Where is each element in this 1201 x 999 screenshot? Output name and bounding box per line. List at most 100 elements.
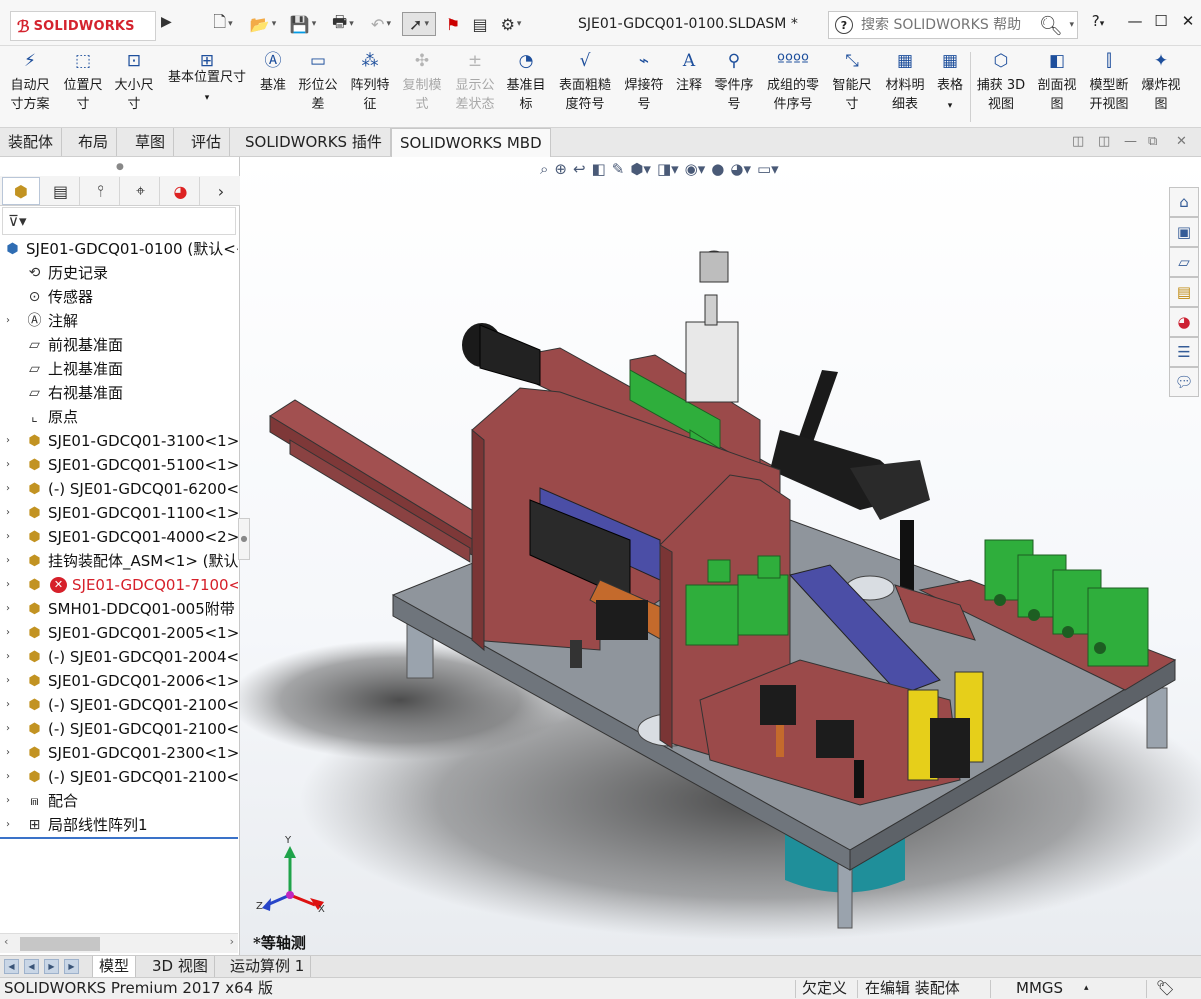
tab-layout[interactable]: 布局 <box>70 128 118 156</box>
graphics-viewport[interactable]: Y X Z <box>240 157 1201 955</box>
tab-model[interactable]: 模型 <box>92 956 137 978</box>
ribbon-button-pattern-feature[interactable]: ⁂ 阵列特征 <box>346 52 394 114</box>
expand-arrow-icon[interactable]: › <box>6 501 10 525</box>
tree-item-component[interactable]: › ⬢ (-) SJE01-GDCQ01-2004<1 <box>0 645 238 669</box>
file-explorer-icon[interactable]: ▱ <box>1169 247 1199 277</box>
propertymanager-tab[interactable]: ▤ <box>42 177 80 205</box>
tree-item-annotations[interactable]: › Ⓐ 注解 <box>0 309 238 333</box>
solidworks-forum-icon[interactable]: 💬︎ <box>1169 367 1199 397</box>
tree-item-linear-pattern[interactable]: › ⊞ 局部线性阵列1 <box>0 813 238 837</box>
ribbon-button-weld-symbol[interactable]: ⌁ 焊接符号 <box>620 52 668 114</box>
last-tab-icon[interactable]: ▶ <box>64 959 79 974</box>
help-search-box[interactable]: ? 🔍︎ ▾ <box>828 11 1078 39</box>
tree-item-component[interactable]: › ⬢ SJE01-GDCQ01-1100<1> ( <box>0 501 238 525</box>
undo-button[interactable]: ↶ ▾ <box>364 12 398 36</box>
tree-item-component[interactable]: › ⬢ SJE01-GDCQ01-3100<1> ( <box>0 429 238 453</box>
dynamic-annotation-icon[interactable]: ✎ <box>612 160 625 184</box>
previous-view-icon[interactable]: ↩ <box>573 160 586 184</box>
tab-sketch[interactable]: 草图 <box>127 128 175 156</box>
ribbon-button-datum[interactable]: Ⓐ 基准 <box>256 52 290 95</box>
expand-arrow-icon[interactable]: › <box>6 549 10 573</box>
ribbon-button-size-dimension[interactable]: ⊡ 大小尺寸 <box>110 52 158 114</box>
expand-arrow-icon[interactable]: › <box>6 597 10 621</box>
expand-arrow-icon[interactable]: › <box>6 477 10 501</box>
appearances-icon[interactable]: ◕ <box>1169 307 1199 337</box>
tab-solidworks-addins[interactable]: SOLIDWORKS 插件 <box>237 128 391 156</box>
rebuild-button[interactable]: ⚑ <box>442 12 464 36</box>
tree-item-history[interactable]: ⟲ 历史记录 <box>0 261 238 285</box>
file-properties-button[interactable]: ▤ <box>468 12 492 36</box>
select-button[interactable]: ➚ ▾ <box>402 12 436 36</box>
expand-arrow-icon[interactable]: › <box>6 621 10 645</box>
viewport-tile-icon[interactable]: ◫ <box>1098 134 1110 149</box>
custom-properties-icon[interactable]: ☰ <box>1169 337 1199 367</box>
tree-item-right-plane[interactable]: ▱ 右视基准面 <box>0 381 238 405</box>
tree-item-component[interactable]: › ⬢ (-) SJE01-GDCQ01-2100<1 <box>0 693 238 717</box>
expand-arrow-icon[interactable]: › <box>6 717 10 741</box>
hide-show-items-icon[interactable]: ◉▾ <box>685 160 706 184</box>
expand-arrow-icon[interactable]: › <box>6 453 10 477</box>
units-selector[interactable]: MMGS <box>1016 978 1063 999</box>
tab-motion-study[interactable]: 运动算例 1 <box>224 956 312 978</box>
ribbon-button-copy-scheme[interactable]: ✣ 复制模式 <box>398 52 446 114</box>
tags-icon[interactable]: 🏷︎ <box>1156 978 1175 999</box>
featuremanager-tab[interactable]: ⬢ <box>2 177 40 205</box>
tree-item-component[interactable]: › ⬢ (-) SJE01-GDCQ01-6200<1 <box>0 477 238 501</box>
tab-assembly[interactable]: 装配体 <box>0 128 63 156</box>
expand-arrow-icon[interactable]: › <box>6 309 10 333</box>
scroll-right-icon[interactable]: › <box>230 935 234 948</box>
print-button[interactable]: 🖶 ▾ <box>326 12 360 36</box>
ribbon-button-model-break-view[interactable]: ⫿ 模型断 开视图 <box>1084 52 1134 114</box>
tab-solidworks-mbd[interactable]: SOLIDWORKS MBD <box>391 128 551 157</box>
expand-arrow-icon[interactable]: › <box>6 693 10 717</box>
tree-item-component[interactable]: › ⬢ (-) SJE01-GDCQ01-2100<2 <box>0 717 238 741</box>
zoom-to-area-icon[interactable]: ⊕ <box>554 160 567 184</box>
tree-item-component[interactable]: › ⬢ SJE01-GDCQ01-2005<1> ( <box>0 621 238 645</box>
expand-arrow-icon[interactable]: › <box>6 645 10 669</box>
scroll-thumb[interactable] <box>20 937 100 951</box>
open-document-button[interactable]: 📂 ▾ <box>246 12 280 36</box>
apply-scene-icon[interactable]: ◕▾ <box>730 160 751 184</box>
ribbon-button-exploded-view[interactable]: ✦ 爆炸视图 <box>1136 52 1186 114</box>
tree-item-component[interactable]: › ⬢ SJE01-GDCQ01-4000<2> ( <box>0 525 238 549</box>
view-orientation-icon[interactable]: ⬢▾ <box>630 160 651 184</box>
expand-arrow-icon[interactable]: › <box>6 789 10 813</box>
tree-item-top-plane[interactable]: ▱ 上视基准面 <box>0 357 238 381</box>
expand-arrow-icon[interactable]: › <box>6 429 10 453</box>
horizontal-scrollbar[interactable]: ‹ › <box>0 933 238 953</box>
ribbon-button-table[interactable]: ▦ 表格 ▾ <box>932 52 968 116</box>
ribbon-button-geometric-tolerance[interactable]: ▭ 形位公差 <box>294 52 342 114</box>
configurationmanager-tab[interactable]: ⫯ <box>82 177 120 205</box>
menu-expand-arrow-icon[interactable]: ▶ <box>161 14 172 30</box>
tree-item-component[interactable]: › ⬢ SMH01-DDCQ01-005附带 <box>0 597 238 621</box>
solidworks-resources-icon[interactable]: ⌂ <box>1169 187 1199 217</box>
ribbon-button-capture-3d-view[interactable]: ⬡ 捕获 3D 视图 <box>974 52 1028 114</box>
expand-arrow-icon[interactable]: › <box>6 765 10 789</box>
tree-item-component[interactable]: › ⬢ SJE01-GDCQ01-5100<1> ( <box>0 453 238 477</box>
first-tab-icon[interactable]: ◀ <box>4 959 19 974</box>
viewport-restore-icon[interactable]: ◫ <box>1072 134 1084 149</box>
ribbon-button-show-tolerance-status[interactable]: ± 显示公 差状态 <box>450 52 500 114</box>
tree-item-origin[interactable]: ⌞ 原点 <box>0 405 238 429</box>
scroll-left-icon[interactable]: ‹ <box>4 935 8 948</box>
ribbon-button-location-dimension[interactable]: ⬚ 位置尺寸 <box>58 52 108 114</box>
help-menu-button[interactable]: ?▾ <box>1087 12 1109 34</box>
ribbon-button-smart-dimension[interactable]: ⤡ 智能尺寸 <box>828 52 876 114</box>
ribbon-button-auto-dimension[interactable]: ⚡ 自动尺 寸方案 <box>4 52 56 114</box>
ribbon-button-stacked-balloon[interactable]: ºººº 成组的零 件序号 <box>762 52 824 114</box>
expand-arrow-icon[interactable]: › <box>6 573 10 597</box>
search-icon[interactable]: 🔍︎ <box>1039 14 1063 37</box>
new-document-button[interactable]: 🗋 ▾ <box>206 12 240 36</box>
tree-filter[interactable]: ⊽▾ <box>2 207 236 235</box>
minimize-button[interactable]: — <box>1124 12 1146 34</box>
tree-item-sensors[interactable]: ⊙ 传感器 <box>0 285 238 309</box>
expand-arrow-icon[interactable]: › <box>6 813 10 837</box>
viewport-maximize-icon[interactable]: ⧉ <box>1148 134 1157 149</box>
tree-item-mates[interactable]: › ⩎ 配合 <box>0 789 238 813</box>
design-library-icon[interactable]: ▣ <box>1169 217 1199 247</box>
viewport-close-icon[interactable]: ✕ <box>1176 134 1187 149</box>
more-tabs-button[interactable]: › <box>206 177 236 205</box>
display-style-icon[interactable]: ◨▾ <box>657 160 679 184</box>
viewport-minimize-icon[interactable]: — <box>1124 134 1137 149</box>
tree-item-component[interactable]: › ⬢ SJE01-GDCQ01-2300<1> ( <box>0 741 238 765</box>
